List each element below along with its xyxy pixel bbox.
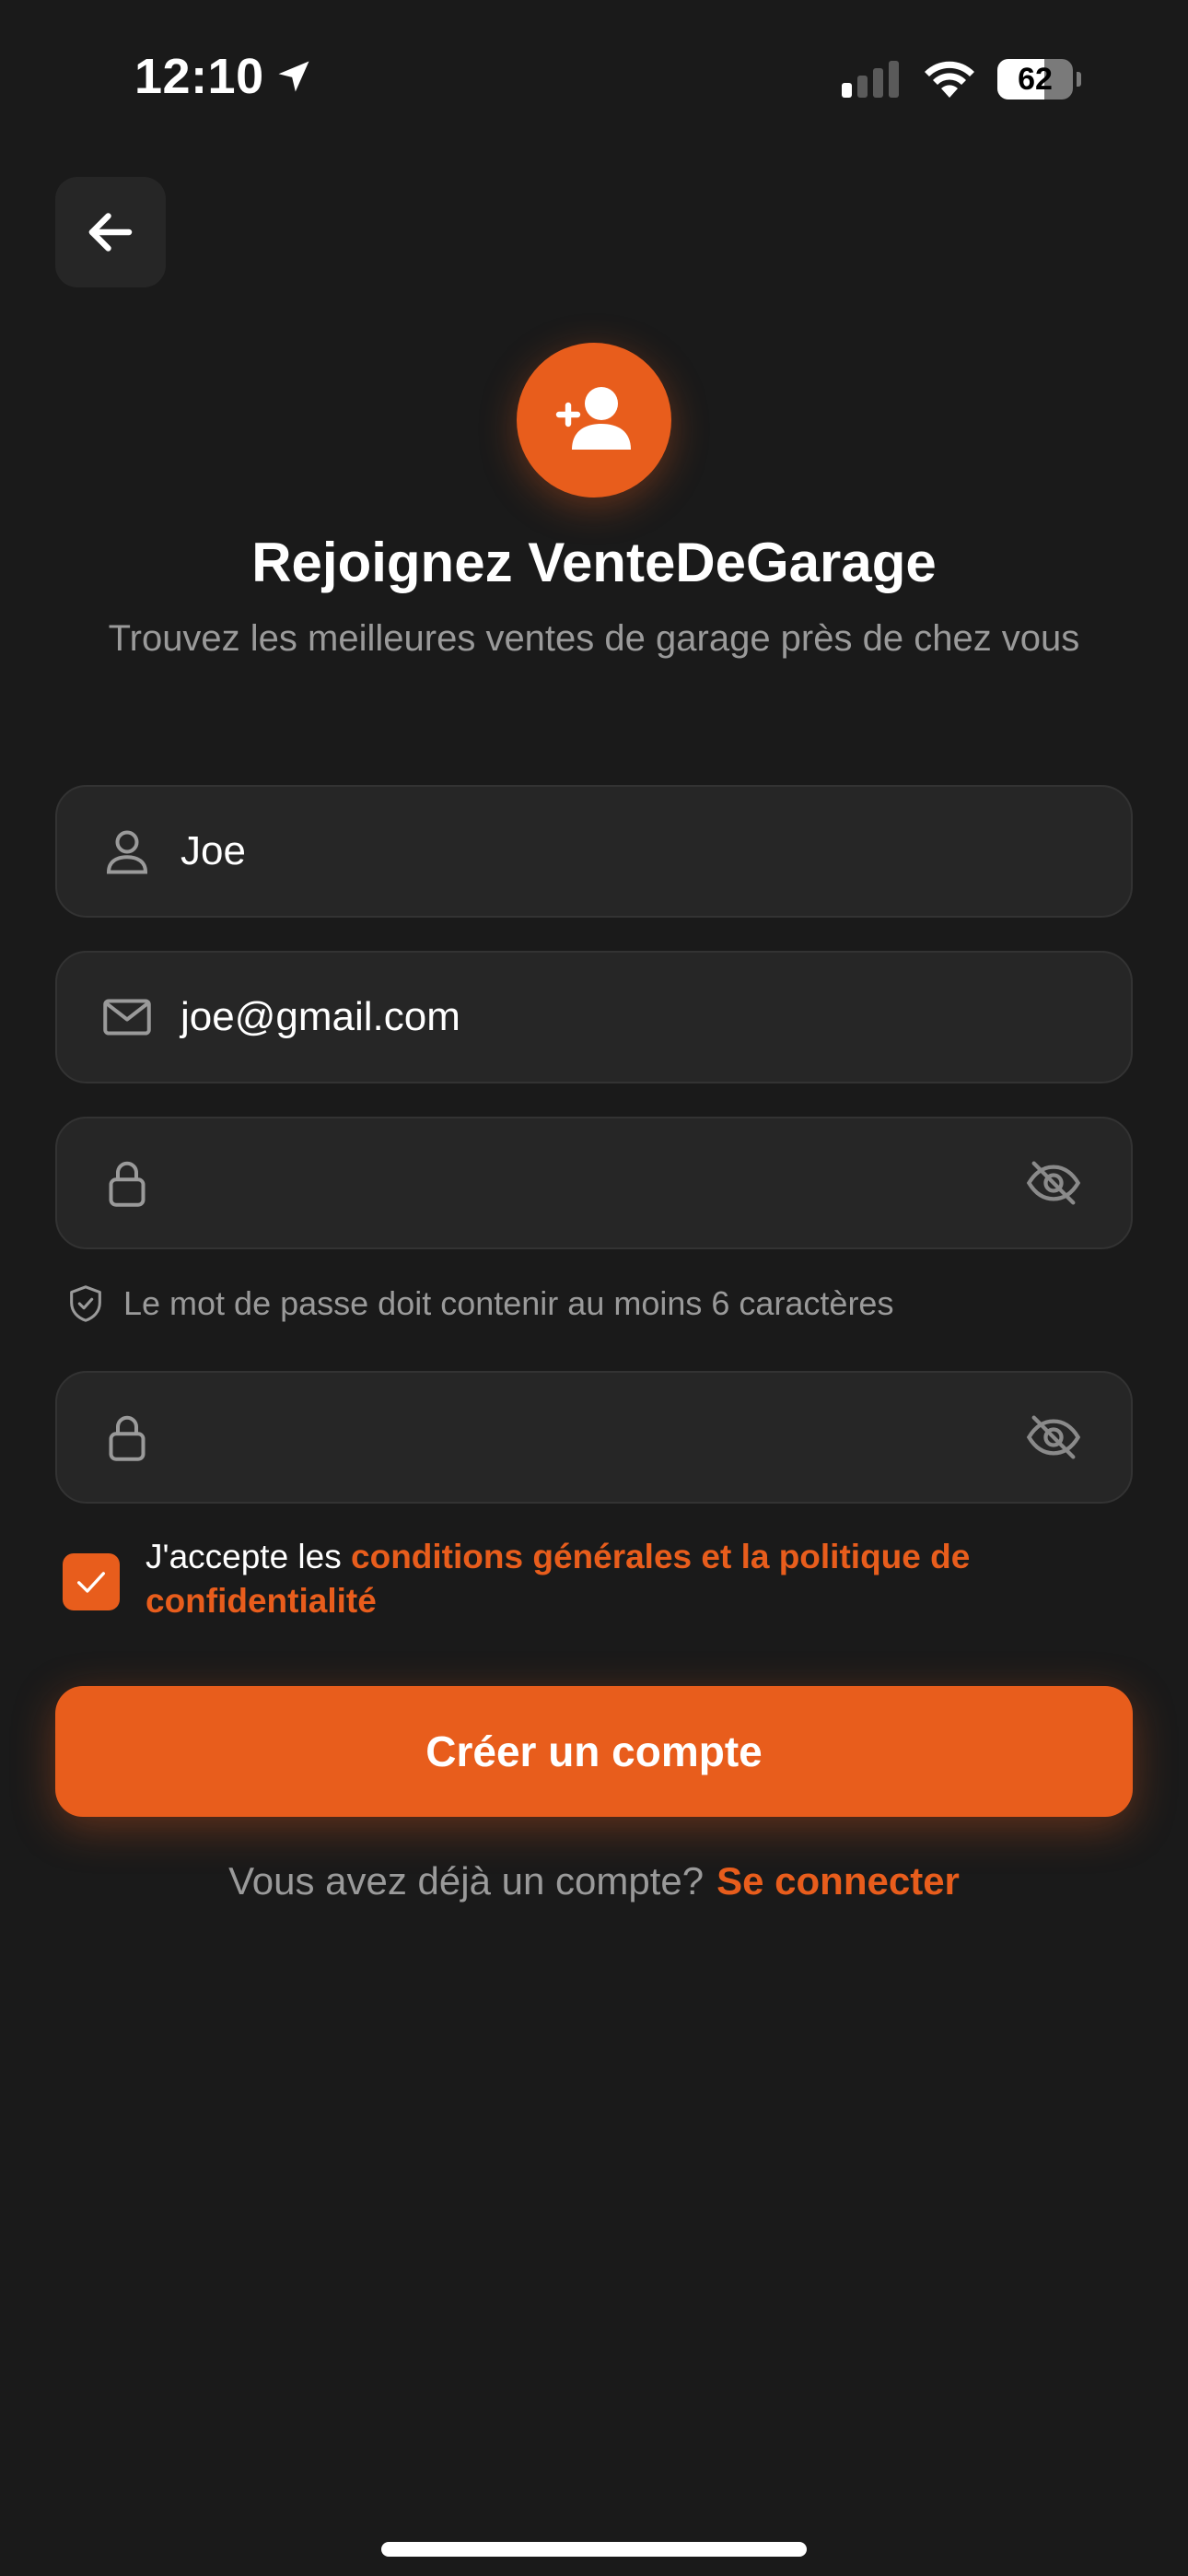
password-hint-text: Le mot de passe doit contenir au moins 6…: [123, 1284, 894, 1322]
name-value: Joe: [181, 828, 246, 873]
page-title: Rejoignez VenteDeGarage: [251, 532, 937, 593]
eye-off-icon[interactable]: [1024, 1153, 1083, 1212]
page-subtitle: Trouvez les meilleures ventes de garage …: [108, 618, 1080, 659]
name-field[interactable]: Joe: [55, 785, 1133, 918]
user-plus-icon: [555, 387, 631, 450]
email-field[interactable]: joe@gmail.com: [55, 951, 1133, 1083]
battery-level: 62: [1018, 62, 1053, 97]
password-field[interactable]: [55, 1117, 1133, 1249]
has-account-text: Vous avez déjà un compte?: [228, 1859, 705, 1903]
password-hint: Le mot de passe doit contenir au moins 6…: [64, 1282, 893, 1325]
lock-icon: [109, 1161, 146, 1207]
check-icon: [77, 1572, 106, 1593]
terms-text: J'accepte les conditions générales et la…: [146, 1535, 1066, 1623]
battery-icon: 62: [997, 59, 1081, 100]
lock-icon: [109, 1415, 146, 1461]
terms-prefix: J'accepte les: [146, 1538, 352, 1575]
status-bar: 12:10 62: [0, 0, 1188, 157]
confirm-password-field[interactable]: [55, 1371, 1133, 1504]
shield-check-icon: [70, 1285, 101, 1322]
back-button[interactable]: [55, 177, 166, 287]
status-time-group: 12:10: [134, 48, 314, 105]
signup-avatar: [517, 343, 671, 498]
login-prompt: Vous avez déjà un compte? Se connecter: [0, 1859, 1188, 1903]
home-indicator[interactable]: [381, 2542, 807, 2557]
user-icon: [106, 830, 148, 874]
signup-screen: 12:10 62 Rejoignez VenteDeGarage Trouvez…: [0, 0, 1188, 2576]
eye-off-icon[interactable]: [1024, 1408, 1083, 1467]
login-link[interactable]: Se connecter: [716, 1859, 960, 1903]
create-account-button[interactable]: Créer un compte: [55, 1686, 1133, 1817]
status-time: 12:10: [134, 49, 264, 104]
location-arrow-icon: [278, 61, 309, 92]
terms-checkbox[interactable]: [63, 1553, 120, 1610]
mail-icon: [103, 999, 151, 1036]
email-value: joe@gmail.com: [181, 994, 460, 1039]
cellular-signal-icon: [842, 61, 899, 98]
wifi-icon: [925, 61, 974, 98]
arrow-left-icon: [88, 213, 133, 252]
